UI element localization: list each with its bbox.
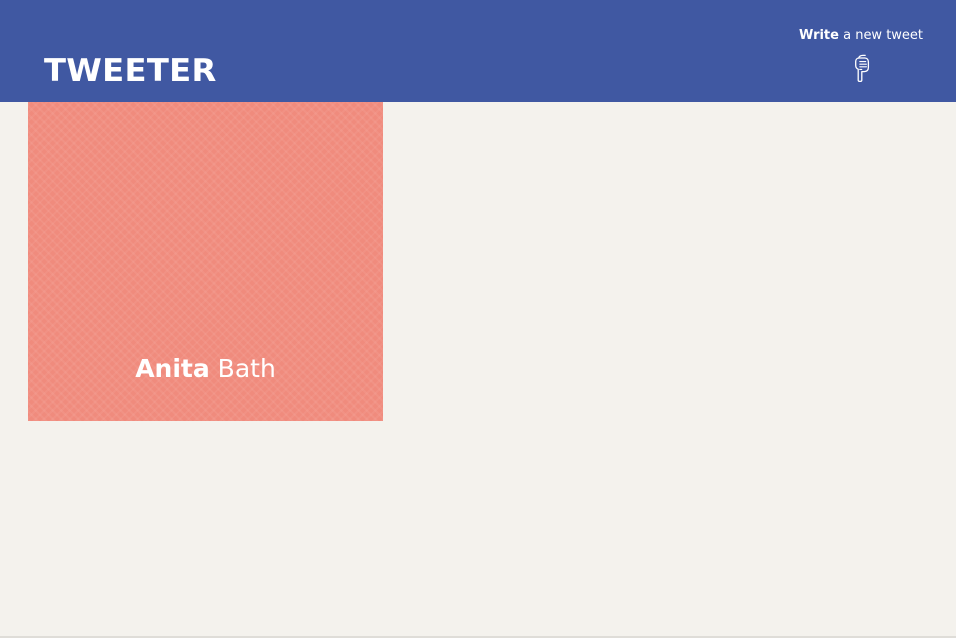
write-new-tweet-link[interactable]: Write a new tweet — [786, 27, 936, 83]
write-rest-text: a new tweet — [838, 28, 924, 43]
profile-last-name: Bath — [209, 354, 276, 383]
profile-card-anita-bath[interactable]: Anita Bath — [28, 102, 383, 421]
profile-name[interactable]: Anita Bath — [28, 353, 383, 385]
profile-first-name: Anita — [135, 354, 210, 383]
write-strong-text: Write — [798, 28, 839, 43]
tweeter-logo[interactable]: TWEETER — [44, 56, 217, 87]
pointing-hand-down-icon[interactable] — [851, 53, 871, 83]
top-header: TWEETER Write a new tweet — [0, 0, 956, 102]
write-new-tweet-label[interactable]: Write a new tweet — [786, 27, 936, 45]
